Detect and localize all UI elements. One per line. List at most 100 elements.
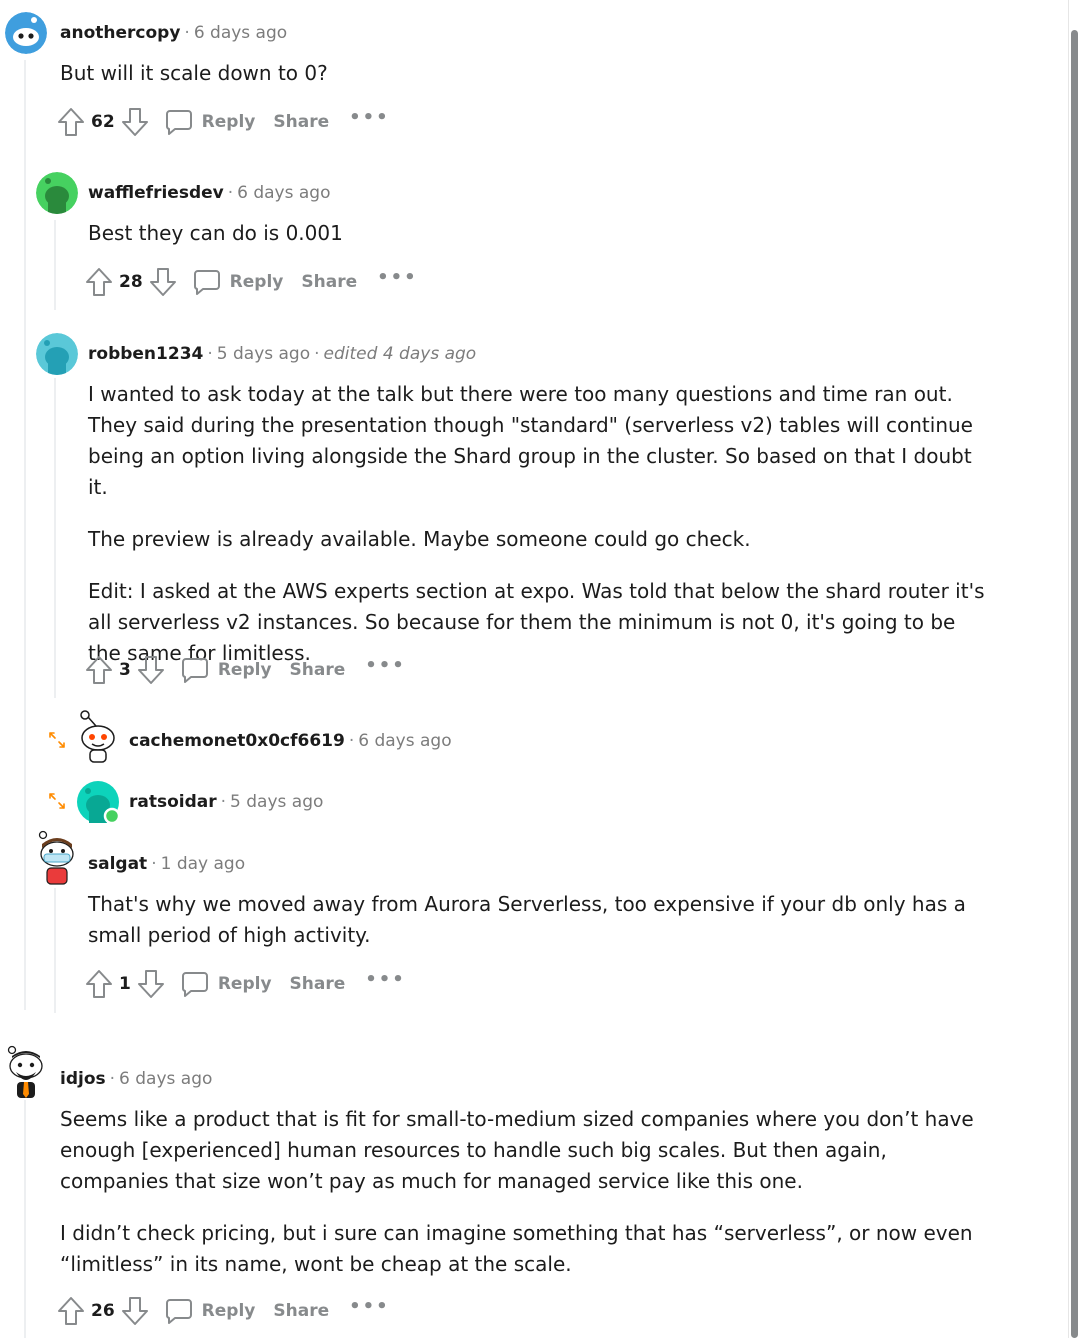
- arrow-down-icon[interactable]: [121, 107, 149, 137]
- comment-meta: anothercopy · 6 days ago: [60, 23, 287, 43]
- separator-dot: ·: [109, 1069, 116, 1089]
- timestamp[interactable]: 6 days ago: [358, 731, 451, 751]
- comment-paragraph: That's why we moved away from Aurora Ser…: [88, 892, 966, 947]
- more-options-button[interactable]: •••: [349, 107, 390, 128]
- reply-button[interactable]: Reply: [181, 970, 272, 998]
- comment-paragraph: Seems like a product that is fit for sma…: [60, 1107, 974, 1193]
- comment-actions: 26 Reply Share •••: [57, 1294, 390, 1328]
- comment-paragraph: The preview is already available. Maybe …: [88, 527, 751, 551]
- comment-actions: 28 Reply Share •••: [85, 265, 418, 299]
- avatar[interactable]: [4, 1044, 48, 1100]
- comment-body: Seems like a product that is fit for sma…: [60, 1104, 980, 1301]
- separator-dot: ·: [207, 344, 213, 364]
- username-link[interactable]: ratsoidar: [129, 792, 217, 812]
- more-options-button[interactable]: •••: [365, 969, 406, 990]
- edited-label: edited 4 days ago: [323, 344, 477, 364]
- share-button[interactable]: Share: [290, 974, 346, 994]
- arrow-up-icon[interactable]: [85, 969, 113, 999]
- avatar[interactable]: [5, 12, 47, 54]
- comment-meta: robben1234 · 5 days ago · edited 4 days ago: [88, 344, 476, 364]
- comment-meta: cachemonet0x0cf6619 · 6 days ago: [129, 731, 452, 751]
- comment-body: I wanted to ask today at the talk but th…: [88, 379, 988, 690]
- speech-bubble-icon: [181, 658, 208, 683]
- arrow-down-icon[interactable]: [121, 1296, 149, 1326]
- reply-button[interactable]: Reply: [165, 1297, 256, 1325]
- reply-button[interactable]: Reply: [193, 268, 284, 296]
- comment-body: That's why we moved away from Aurora Ser…: [88, 889, 988, 972]
- speech-bubble-icon: [181, 972, 208, 997]
- thread-line-level-3[interactable]: [54, 378, 56, 698]
- username-link[interactable]: anothercopy: [60, 23, 180, 43]
- reply-label: Reply: [229, 272, 284, 292]
- comment-paragraph: But will it scale down to 0?: [60, 61, 328, 85]
- comment-actions: 62 Reply Share •••: [57, 105, 390, 139]
- timestamp[interactable]: 5 days ago: [230, 792, 323, 812]
- thread-line-root-2[interactable]: [24, 1100, 26, 1338]
- separator-dot: ·: [151, 854, 157, 874]
- separator-dot: ·: [227, 183, 234, 203]
- comment-body: Best they can do is 0.001: [88, 218, 988, 270]
- vote-score: 28: [119, 272, 143, 292]
- more-options-button[interactable]: •••: [377, 267, 418, 288]
- comment-meta: salgat · 1 day ago: [88, 854, 245, 874]
- speech-bubble-icon: [193, 270, 220, 295]
- avatar[interactable]: [77, 781, 121, 825]
- timestamp[interactable]: 6 days ago: [237, 183, 330, 203]
- reply-label: Reply: [217, 974, 272, 994]
- reply-label: Reply: [201, 1301, 256, 1321]
- timestamp[interactable]: 1 day ago: [161, 854, 246, 874]
- expand-arrows-icon[interactable]: [47, 730, 67, 750]
- reply-button[interactable]: Reply: [165, 108, 256, 136]
- share-button[interactable]: Share: [301, 272, 357, 292]
- reply-button[interactable]: Reply: [181, 656, 272, 684]
- comment-body: But will it scale down to 0?: [60, 58, 980, 110]
- separator-dot: ·: [220, 792, 227, 812]
- separator-dot: ·: [184, 23, 190, 43]
- arrow-up-icon[interactable]: [85, 267, 113, 297]
- username-link[interactable]: idjos: [60, 1069, 106, 1089]
- reply-label: Reply: [217, 660, 272, 680]
- vote-score: 26: [91, 1301, 115, 1321]
- vote-score: 62: [91, 112, 115, 132]
- scrollbar-thumb[interactable]: [1071, 30, 1078, 1338]
- avatar[interactable]: [35, 830, 79, 886]
- arrow-up-icon[interactable]: [85, 655, 113, 685]
- arrow-up-icon[interactable]: [57, 1296, 85, 1326]
- share-button[interactable]: Share: [273, 112, 329, 132]
- username-link[interactable]: cachemonet0x0cf6619: [129, 731, 345, 751]
- comment-paragraph: I wanted to ask today at the talk but th…: [88, 382, 973, 499]
- comment-actions: 3 Reply Share •••: [85, 653, 406, 687]
- comment-paragraph: Best they can do is 0.001: [88, 221, 343, 245]
- speech-bubble-icon: [165, 110, 192, 135]
- arrow-down-icon[interactable]: [137, 655, 165, 685]
- timestamp[interactable]: 5 days ago: [217, 344, 310, 364]
- reply-label: Reply: [201, 112, 256, 132]
- comment-meta: idjos · 6 days ago: [60, 1069, 212, 1089]
- arrow-down-icon[interactable]: [137, 969, 165, 999]
- share-button[interactable]: Share: [290, 660, 346, 680]
- more-options-button[interactable]: •••: [365, 655, 406, 676]
- more-options-button[interactable]: •••: [349, 1296, 390, 1317]
- username-link[interactable]: robben1234: [88, 344, 203, 364]
- arrow-up-icon[interactable]: [57, 107, 85, 137]
- thread-line-salgat[interactable]: [54, 888, 56, 1013]
- username-link[interactable]: wafflefriesdev: [88, 183, 224, 203]
- comment-meta: wafflefriesdev · 6 days ago: [88, 183, 330, 203]
- comment-meta: ratsoidar · 5 days ago: [129, 792, 323, 812]
- comment-paragraph: I didn’t check pricing, but i sure can i…: [60, 1221, 973, 1276]
- share-button[interactable]: Share: [273, 1301, 329, 1321]
- arrow-down-icon[interactable]: [149, 267, 177, 297]
- avatar[interactable]: [36, 333, 78, 375]
- avatar[interactable]: [76, 708, 120, 764]
- thread-line-root-1[interactable]: [24, 60, 26, 1010]
- thread-line-level-2[interactable]: [54, 220, 56, 310]
- expand-arrows-icon[interactable]: [47, 791, 67, 811]
- timestamp[interactable]: 6 days ago: [119, 1069, 212, 1089]
- vote-score: 3: [119, 660, 131, 680]
- username-link[interactable]: salgat: [88, 854, 147, 874]
- avatar[interactable]: [36, 172, 78, 214]
- timestamp[interactable]: 6 days ago: [194, 23, 287, 43]
- speech-bubble-icon: [165, 1299, 192, 1324]
- separator-dot: ·: [314, 344, 320, 364]
- comment-actions: 1 Reply Share •••: [85, 967, 406, 1001]
